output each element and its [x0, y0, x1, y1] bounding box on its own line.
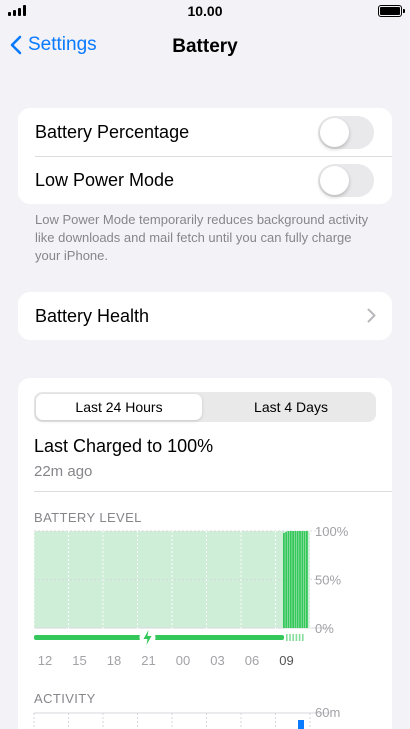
battery-level-bar	[306, 531, 308, 628]
y-tick-label: 100%	[315, 524, 349, 539]
x-tick-label: 06	[245, 653, 259, 668]
battery-level-bar	[303, 531, 306, 628]
activity-bar	[298, 720, 304, 729]
x-tick-label: 09	[279, 653, 293, 668]
battery-usage-card: Last 24 Hours Last 4 Days Last Charged t…	[18, 378, 392, 729]
battery-level-bar	[285, 531, 288, 628]
navigation-bar: Settings Battery	[0, 28, 410, 64]
y-tick-label: 0%	[315, 621, 334, 636]
low-power-mode-label: Low Power Mode	[35, 169, 175, 190]
battery-level-bar	[287, 531, 290, 628]
battery-percentage-toggle[interactable]	[318, 116, 374, 149]
x-tick-label: 12	[38, 653, 52, 668]
charging-indicator-tick	[295, 634, 298, 641]
low-power-mode-row: Low Power Mode	[18, 156, 392, 204]
low-power-footnote: Low Power Mode temporarily reduces backg…	[35, 212, 369, 263]
status-bar: 10.00	[0, 0, 410, 24]
low-power-mode-toggle[interactable]	[318, 164, 374, 197]
x-tick-label: 21	[141, 653, 155, 668]
charging-indicator-tick	[289, 634, 291, 641]
battery-level-bar	[289, 531, 292, 628]
x-tick-label: 03	[210, 653, 224, 668]
battery-level-chart: 100% 50% 0% 12 15 18 21 00 03 06 09 60m	[33, 524, 349, 729]
battery-level-bar	[283, 532, 285, 628]
charging-indicator-tick	[302, 634, 304, 641]
battery-health-group: Battery Health	[18, 292, 392, 340]
x-tick-label: 00	[176, 653, 190, 668]
settings-group: Battery Percentage Low Power Mode	[18, 108, 392, 204]
battery-level-bar	[299, 531, 301, 628]
x-tick-label: 18	[107, 653, 121, 668]
toggle-knob	[320, 166, 349, 195]
activity-y-tick-label: 60m	[315, 705, 340, 720]
x-tick-label: 15	[72, 653, 86, 668]
battery-status-icon	[378, 5, 405, 17]
battery-health-row[interactable]: Battery Health	[18, 292, 392, 340]
battery-level-bar	[292, 531, 294, 628]
page-title: Battery	[172, 36, 238, 57]
status-time: 10.00	[187, 3, 223, 19]
battery-level-bar	[294, 531, 297, 628]
battery-level-bar	[296, 531, 299, 628]
toggle-knob	[320, 118, 349, 147]
charging-indicator-bar	[34, 635, 284, 640]
charging-indicator-tick	[286, 634, 288, 641]
charging-indicator-tick	[298, 634, 301, 641]
battery-percentage-row: Battery Percentage	[18, 108, 392, 156]
battery-level-bar	[301, 531, 304, 628]
y-tick-label: 50%	[315, 573, 341, 588]
battery-health-label: Battery Health	[35, 305, 150, 326]
battery-percentage-label: Battery Percentage	[35, 121, 190, 142]
chevron-right-icon	[367, 308, 376, 323]
charging-indicator-tick	[292, 634, 294, 641]
